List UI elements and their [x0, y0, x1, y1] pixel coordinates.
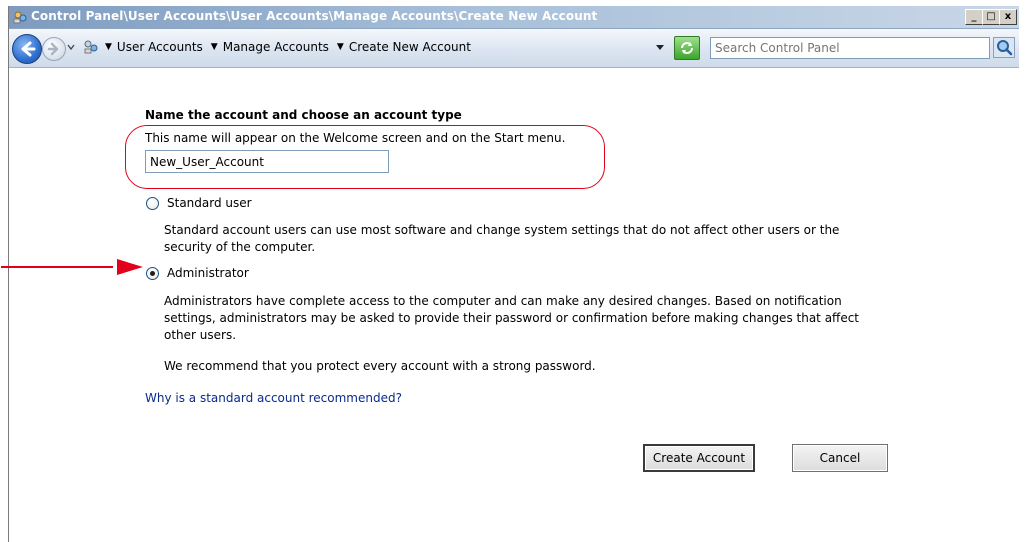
breadcrumb-item[interactable]: ▼ User Accounts — [105, 40, 203, 54]
navigation-toolbar: ▼ User Accounts ▼ Manage Accounts ▼ Crea… — [9, 29, 1019, 68]
breadcrumb-arrow-icon: ▼ — [336, 42, 344, 52]
address-dropdown-icon[interactable] — [654, 42, 666, 52]
title-bar: Control Panel\User Accounts\User Account… — [9, 6, 1019, 29]
back-button[interactable] — [12, 34, 42, 64]
forward-arrow-icon — [47, 42, 59, 56]
control-panel-icon — [13, 11, 27, 24]
breadcrumb-label: Create New Account — [348, 40, 471, 54]
standard-user-description: Standard account users can use most soft… — [164, 223, 840, 254]
create-account-form: Name the account and choose an account t… — [1, 68, 1019, 542]
back-arrow-icon — [21, 41, 36, 57]
breadcrumb-arrow-icon: ▼ — [105, 42, 112, 52]
breadcrumb-item[interactable]: ▼ Manage Accounts — [211, 40, 329, 54]
breadcrumb: ▼ User Accounts ▼ Manage Accounts ▼ Crea… — [105, 40, 479, 54]
forward-button[interactable] — [42, 37, 66, 61]
password-recommendation: We recommend that you protect every acco… — [164, 359, 596, 373]
administrator-option[interactable]: Administrator — [146, 266, 249, 280]
search-input[interactable] — [711, 38, 989, 58]
breadcrumb-arrow-icon: ▼ — [210, 42, 218, 52]
create-account-button[interactable]: Create Account — [643, 444, 755, 472]
refresh-icon — [681, 42, 693, 54]
maximize-button[interactable]: □ — [982, 9, 1000, 25]
breadcrumb-label: Manage Accounts — [222, 40, 329, 54]
administrator-description: Administrators have complete access to t… — [164, 294, 859, 342]
standard-user-label: Standard user — [167, 196, 252, 210]
standard-user-radio[interactable] — [146, 196, 159, 210]
control-panel-icon — [84, 40, 98, 54]
highlight-oval — [125, 125, 605, 189]
administrator-label: Administrator — [167, 266, 249, 280]
search-box[interactable] — [710, 37, 990, 59]
administrator-radio[interactable] — [146, 266, 159, 280]
breadcrumb-label: User Accounts — [116, 40, 203, 54]
standard-account-help-link[interactable]: Why is a standard account recommended? — [145, 391, 402, 405]
control-panel-window: Control Panel\User Accounts\User Account… — [1, 6, 1026, 542]
standard-user-option[interactable]: Standard user — [146, 196, 252, 210]
minimize-button[interactable]: _ — [965, 9, 983, 25]
annotation-arrow-line — [1, 266, 113, 268]
window-title: Control Panel\User Accounts\User Account… — [31, 9, 598, 23]
form-heading: Name the account and choose an account t… — [145, 108, 462, 122]
annotation-arrow-head — [117, 259, 143, 275]
search-icon[interactable] — [993, 37, 1015, 58]
refresh-button[interactable] — [674, 36, 700, 60]
chevron-down-icon[interactable] — [66, 42, 76, 52]
close-button[interactable]: x — [999, 9, 1017, 25]
breadcrumb-item[interactable]: ▼ Create New Account — [337, 40, 471, 54]
cancel-button[interactable]: Cancel — [792, 444, 888, 472]
